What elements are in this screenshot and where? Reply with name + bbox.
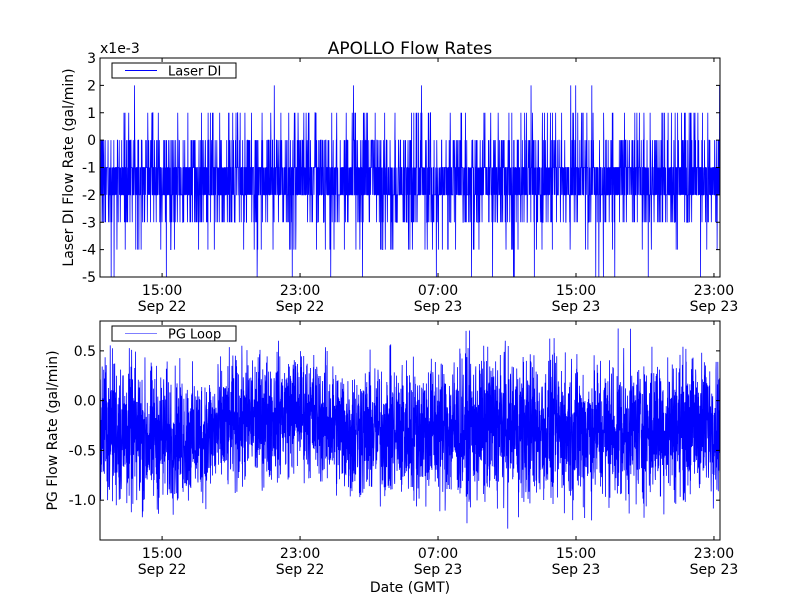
x-tick-label-time: 23:00 xyxy=(694,283,734,299)
x-tick-label-time: 15:00 xyxy=(556,546,596,562)
y-tick-label: 0.5 xyxy=(74,344,96,360)
legend-label: PG Loop xyxy=(168,328,221,343)
x-tick-label-time: 23:00 xyxy=(280,283,320,299)
y-tick-label: 0 xyxy=(87,133,96,149)
x-tick-label-date: Sep 23 xyxy=(414,562,463,578)
figure: APOLLO Flow Rates 3210-1-2-3-4-515:00Sep… xyxy=(0,0,800,600)
x-tick-label-time: 07:00 xyxy=(418,546,458,562)
x-tick-label-date: Sep 23 xyxy=(690,562,739,578)
x-tick-label-time: 07:00 xyxy=(418,283,458,299)
y-tick-label: -5 xyxy=(82,270,96,286)
y-tick-label: -1.0 xyxy=(69,493,96,509)
chart-title: APOLLO Flow Rates xyxy=(328,39,493,59)
x-tick-label-date: Sep 23 xyxy=(690,299,739,315)
x-tick-label-date: Sep 23 xyxy=(414,299,463,315)
x-tick-label-date: Sep 23 xyxy=(552,299,601,315)
legend: PG Loop xyxy=(111,325,237,343)
figure-background xyxy=(0,0,800,600)
x-tick-label-time: 15:00 xyxy=(142,546,182,562)
y-tick-label: 3 xyxy=(87,51,96,67)
y-tick-label: 0.0 xyxy=(74,394,96,410)
y-tick-label: 1 xyxy=(87,106,96,122)
x-tick-label-date: Sep 22 xyxy=(138,299,187,315)
y-tick-label: -4 xyxy=(82,243,96,259)
y-axis-label: Laser DI Flow Rate (gal/min) xyxy=(61,68,77,266)
x-tick-label-time: 23:00 xyxy=(694,546,734,562)
legend: Laser DI xyxy=(111,62,237,80)
x-tick-label-time: 15:00 xyxy=(556,283,596,299)
y-axis-label: PG Flow Rate (gal/min) xyxy=(45,350,61,510)
y-tick-label: -0.5 xyxy=(69,443,96,459)
x-tick-label-date: Sep 22 xyxy=(138,562,187,578)
x-tick-label-date: Sep 22 xyxy=(276,299,325,315)
legend-label: Laser DI xyxy=(168,65,221,80)
x-tick-label-time: 23:00 xyxy=(280,546,320,562)
x-axis-label: Date (GMT) xyxy=(370,580,450,596)
x-tick-label-date: Sep 22 xyxy=(276,562,325,578)
x-tick-label-date: Sep 23 xyxy=(552,562,601,578)
y-tick-label: -3 xyxy=(82,215,96,231)
x-tick-label-time: 15:00 xyxy=(142,283,182,299)
y-tick-label: 2 xyxy=(87,78,96,94)
y-tick-label: -2 xyxy=(82,188,96,204)
y-offset-label: x1e-3 xyxy=(100,41,140,57)
y-tick-label: -1 xyxy=(82,161,96,177)
